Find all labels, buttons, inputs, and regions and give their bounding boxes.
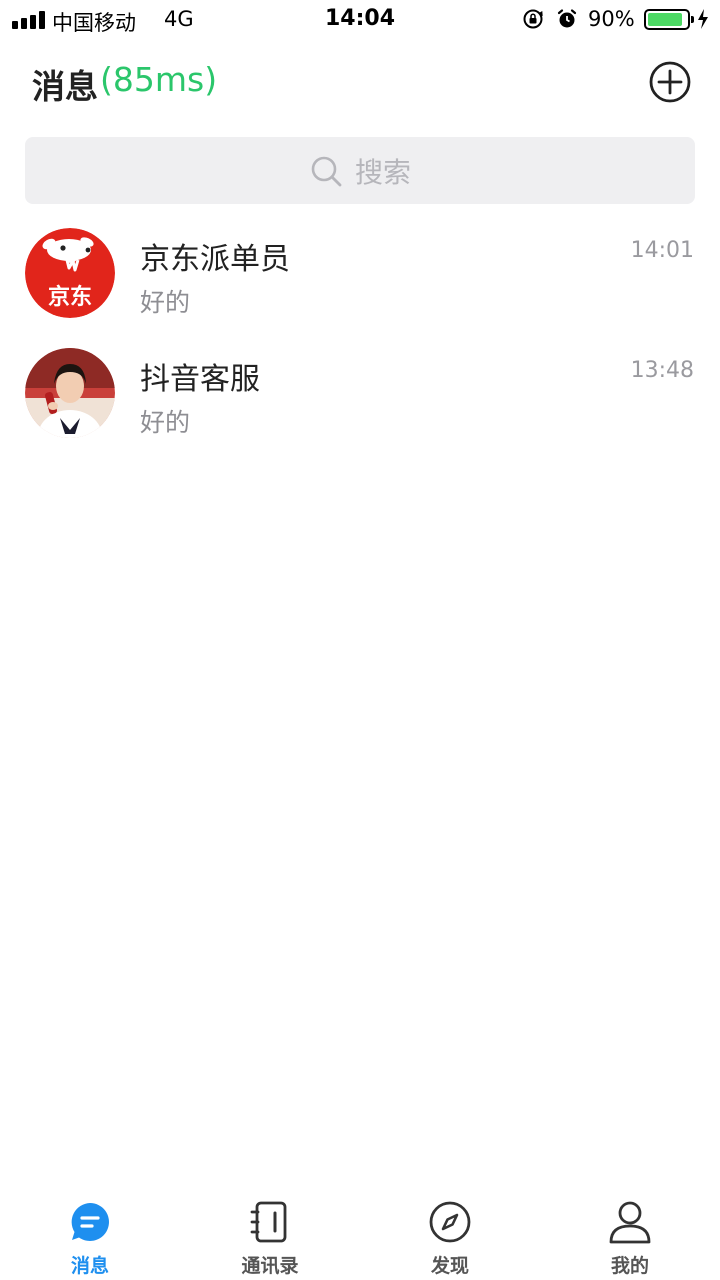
conversation-preview: 好的: [140, 408, 191, 437]
conversation-name: 京东派单员: [140, 242, 290, 277]
conversation-preview: 好的: [140, 288, 191, 317]
search-icon: [311, 156, 342, 186]
conversation-time: 13:48: [630, 358, 694, 383]
customer-service-photo: [25, 348, 115, 438]
header: 消息 (85ms): [0, 50, 720, 114]
battery-percentage: 90%: [588, 7, 635, 31]
latency-indicator: (85ms): [100, 60, 218, 99]
tab-label: 发现: [430, 1255, 469, 1277]
search-placeholder: 搜索: [354, 155, 411, 189]
battery-icon: [644, 9, 694, 30]
conversation-name: 抖音客服: [140, 362, 260, 397]
tab-discover[interactable]: 发现: [360, 1190, 540, 1280]
contacts-book-icon: [250, 1201, 287, 1243]
tab-label: 消息: [70, 1255, 109, 1277]
page-title: 消息: [32, 67, 98, 106]
tab-messages[interactable]: 消息: [0, 1190, 180, 1280]
conversation-item[interactable]: 抖音客服 好的 13:48: [0, 348, 720, 468]
charging-bolt-icon: [698, 9, 708, 29]
conversation-item[interactable]: 京东 京东派单员 好的 14:01: [0, 228, 720, 348]
tab-contacts[interactable]: 通讯录: [180, 1190, 360, 1280]
chat-bubble-icon: [71, 1203, 109, 1241]
search-bar[interactable]: 搜索: [25, 137, 695, 204]
jd-logo-text: 京东: [48, 284, 92, 310]
person-icon: [609, 1201, 651, 1244]
jd-logo-icon: 京东: [25, 228, 115, 318]
plus-circle-icon[interactable]: [648, 60, 692, 104]
status-bar: 中国移动 4G 14:04 90%: [0, 0, 720, 40]
tab-label: 我的: [610, 1255, 649, 1277]
avatar-jd: 京东: [25, 228, 115, 318]
rotation-lock-icon: [523, 9, 543, 29]
tab-bar: 消息 通讯录 发现 我的: [0, 1190, 720, 1280]
conversation-time: 14:01: [630, 238, 694, 263]
compass-icon: [429, 1201, 471, 1243]
avatar-service-agent: [25, 348, 115, 438]
tab-me[interactable]: 我的: [540, 1190, 720, 1280]
tab-label: 通讯录: [241, 1255, 299, 1277]
alarm-icon: [557, 9, 577, 28]
